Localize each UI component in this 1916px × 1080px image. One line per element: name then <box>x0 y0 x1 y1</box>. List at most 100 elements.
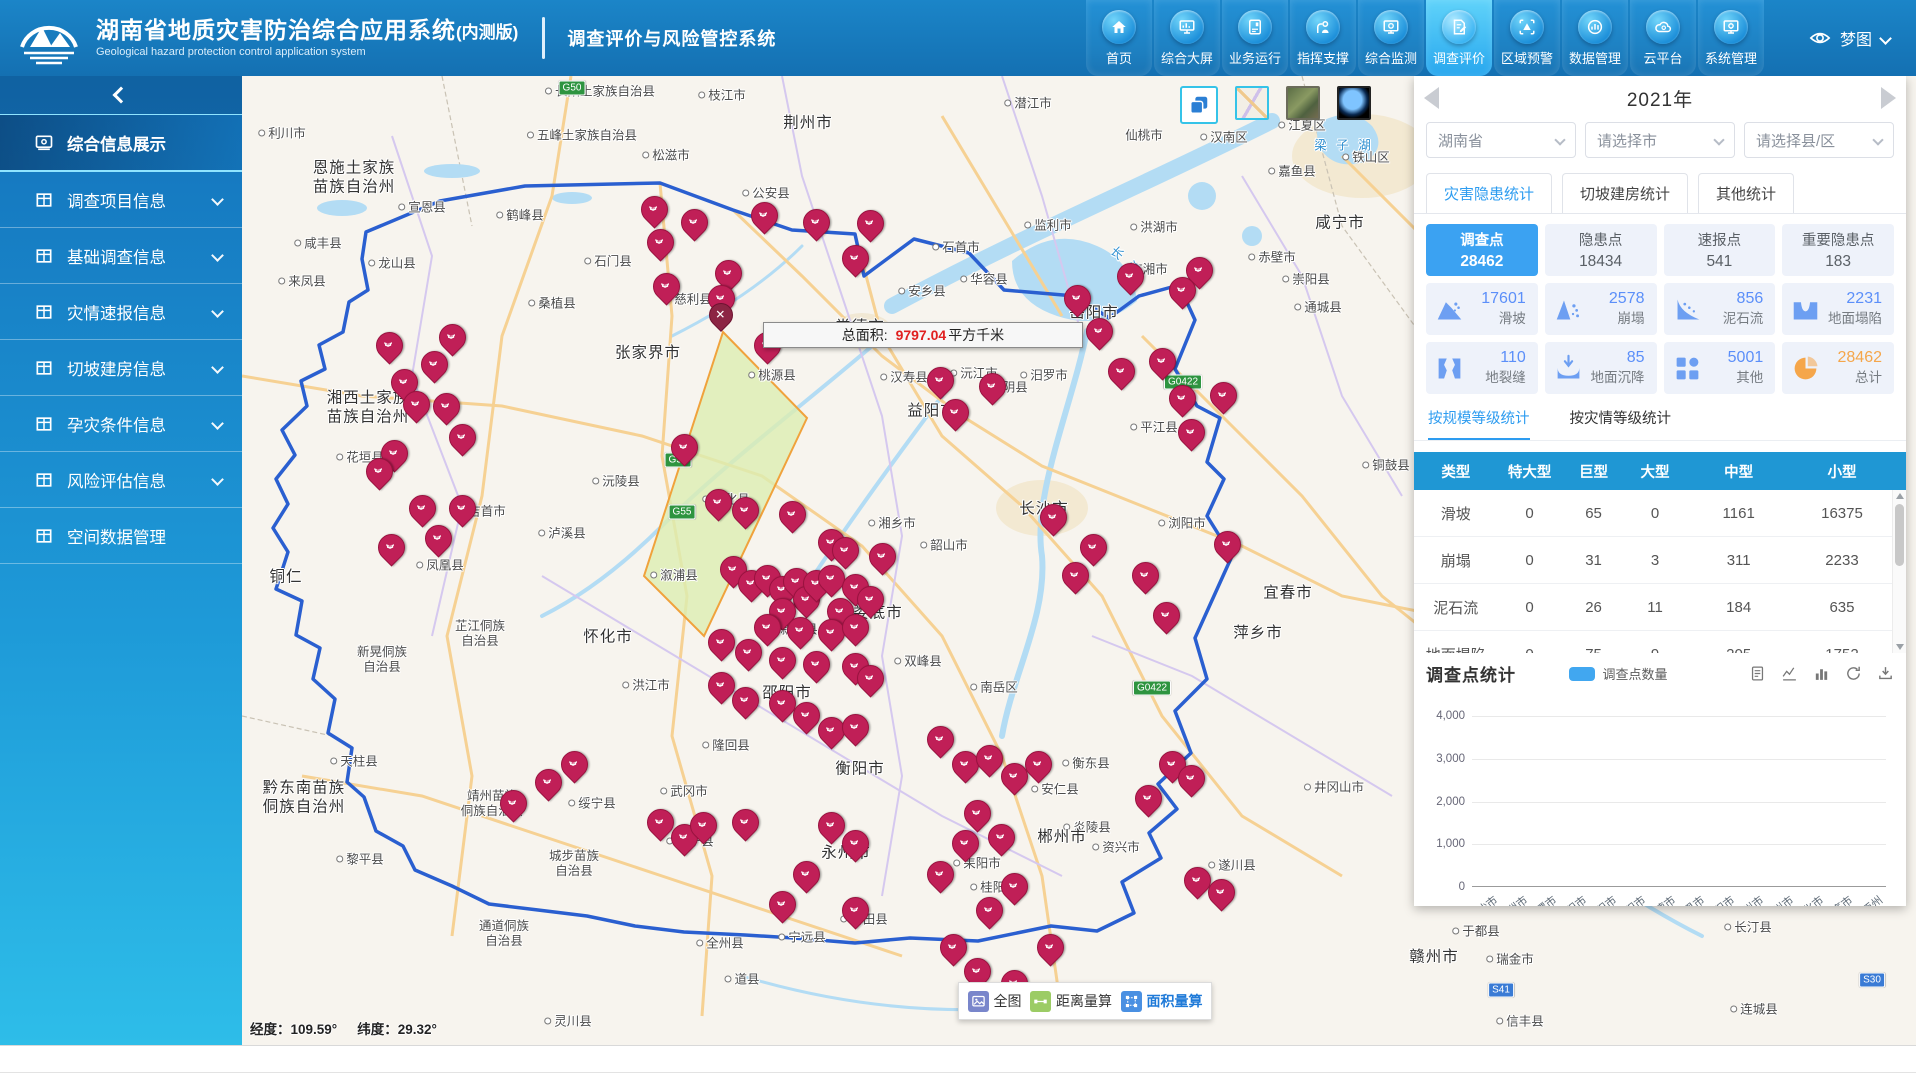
nav-item-business[interactable]: 业务运行 <box>1222 0 1288 76</box>
sidebar-collapse-button[interactable] <box>0 76 242 114</box>
bar-chart-icon[interactable] <box>1813 665 1830 682</box>
area-measure-button[interactable]: 面积量算 <box>1121 991 1203 1012</box>
place-dot-icon <box>1020 372 1027 379</box>
line-chart-icon[interactable] <box>1781 665 1798 682</box>
landslide-marker-icon <box>1112 363 1129 380</box>
tab-hazard-stats[interactable]: 灾害隐患统计 <box>1426 173 1552 213</box>
nav-item-cloud[interactable]: 云平台 <box>1630 0 1696 76</box>
landslide-marker-icon <box>1173 390 1190 407</box>
landslide-marker-icon <box>1044 509 1061 526</box>
tab-slope-housing-stats[interactable]: 切坡建房统计 <box>1562 173 1688 213</box>
card-hidden-danger-points[interactable]: 隐患点18434 <box>1545 224 1657 276</box>
scroll-down-icon[interactable] <box>1896 644 1904 650</box>
nav-item-data[interactable]: 数据管理 <box>1562 0 1628 76</box>
subsidence-pit-icon <box>1791 295 1820 324</box>
chevron-down-icon <box>211 193 224 206</box>
card-other[interactable]: 5001其他 <box>1664 342 1776 394</box>
card-ground-settlement[interactable]: 85地面沉降 <box>1545 342 1657 394</box>
county-select[interactable]: 请选择县/区 <box>1744 122 1894 158</box>
download-icon[interactable] <box>1877 665 1894 682</box>
subtab-by-severity[interactable]: 按灾情等级统计 <box>1570 407 1672 440</box>
sidebar-item-disaster-report[interactable]: 灾情速报信息 <box>0 284 242 340</box>
survey-icon <box>1442 10 1476 44</box>
card-collapse[interactable]: 2578崩塌 <box>1545 283 1657 335</box>
scroll-up-icon[interactable] <box>1896 493 1904 499</box>
landslide-marker-icon <box>370 463 387 480</box>
sidebar-item-basic-survey[interactable]: 基础调查信息 <box>0 228 242 284</box>
table-scrollbar[interactable] <box>1892 490 1906 653</box>
map-place-label: 黎平县 <box>336 853 384 868</box>
place-dot-icon <box>1496 1018 1503 1025</box>
landslide-marker-icon <box>968 963 985 980</box>
card-total[interactable]: 28462总计 <box>1782 342 1894 394</box>
card-survey-points[interactable]: 调查点28462 <box>1426 224 1538 276</box>
user-menu[interactable]: 梦图 <box>1765 0 1916 76</box>
card-landslide[interactable]: 17601滑坡 <box>1426 283 1538 335</box>
full-extent-button[interactable]: 全图 <box>968 991 1022 1012</box>
sidebar-item-project-info[interactable]: 调查项目信息 <box>0 172 242 228</box>
refresh-icon[interactable] <box>1845 665 1862 682</box>
landslide-marker-icon <box>797 707 814 724</box>
card-debris-flow[interactable]: 856泥石流 <box>1664 283 1776 335</box>
nav-item-system[interactable]: 系统管理 <box>1698 0 1764 76</box>
basemap-globe-thumbnail[interactable] <box>1337 86 1371 120</box>
monitor-icon <box>1374 10 1408 44</box>
landslide-marker-icon <box>956 835 973 852</box>
map-place-label: 潜江市 <box>1004 97 1052 112</box>
nav-item-survey[interactable]: 调查评价 <box>1426 0 1492 76</box>
map-place-label: 城步苗族自治县 <box>549 849 599 879</box>
landslide-marker-icon <box>931 372 948 389</box>
map-place-label: 平江县 <box>1130 421 1178 436</box>
sidebar-item-spatial-data[interactable]: 空间数据管理 <box>0 508 242 564</box>
map-place-label: 崇阳县 <box>1282 273 1330 288</box>
sidebar-item-risk-assessment[interactable]: 风险评估信息 <box>0 452 242 508</box>
cursor-coordinates: 经度：109.59° 纬度：29.32° <box>250 1018 437 1038</box>
chart-legend[interactable]: 调查点数量 <box>1569 664 1667 683</box>
ground-crack-icon <box>1435 354 1464 383</box>
sidebar-item-overview[interactable]: 综合信息展示 <box>0 114 242 172</box>
place-dot-icon <box>1486 956 1493 963</box>
map-place-label: 华容县 <box>960 273 1008 288</box>
chevron-down-icon <box>211 473 224 486</box>
subtab-by-scale[interactable]: 按规模等级统计 <box>1428 407 1530 440</box>
longitude-value: 经度：109.59° <box>250 1018 337 1038</box>
map-place-label: 龙山县 <box>368 257 416 272</box>
card-quick-report-points[interactable]: 速报点541 <box>1664 224 1776 276</box>
landslide-marker-icon <box>645 201 662 218</box>
province-select[interactable]: 湖南省 <box>1426 122 1576 158</box>
card-ground-subsidence-pit[interactable]: 2231地面塌陷 <box>1782 283 1894 335</box>
data-view-icon[interactable] <box>1749 665 1766 682</box>
landslide-marker-icon <box>846 619 863 636</box>
nav-item-command[interactable]: 指挥支撑 <box>1290 0 1356 76</box>
landslide-marker-icon <box>1121 268 1138 285</box>
card-ground-crack[interactable]: 110地裂缝 <box>1426 342 1538 394</box>
nav-item-monitor[interactable]: 综合监测 <box>1358 0 1424 76</box>
tab-other-stats[interactable]: 其他统计 <box>1698 173 1794 213</box>
layers-button[interactable] <box>1180 86 1218 124</box>
nav-item-home[interactable]: 首页 <box>1086 0 1152 76</box>
landslide-marker-icon <box>755 207 772 224</box>
scroll-thumb[interactable] <box>1895 504 1904 566</box>
basemap-vector-thumbnail[interactable] <box>1235 86 1269 120</box>
landslide-marker-icon <box>822 722 839 739</box>
landslide-marker-icon <box>712 634 729 651</box>
nav-item-warning[interactable]: 区域预警 <box>1494 0 1560 76</box>
table-icon <box>34 358 54 378</box>
prev-year-button[interactable] <box>1424 87 1439 109</box>
landslide-marker-icon <box>651 234 668 251</box>
place-dot-icon <box>660 788 667 795</box>
map-place-label: 赣州市 <box>1409 949 1459 968</box>
map-place-label: 宣恩县 <box>398 201 446 216</box>
map-place-label: 南岳区 <box>970 681 1018 696</box>
sidebar-item-slope-housing[interactable]: 切坡建房信息 <box>0 340 242 396</box>
place-dot-icon <box>336 454 343 461</box>
distance-measure-button[interactable]: 距离量算 <box>1030 991 1112 1012</box>
basemap-satellite-thumbnail[interactable] <box>1286 86 1320 120</box>
nav-item-bigscreen[interactable]: 综合大屏 <box>1154 0 1220 76</box>
card-major-danger-points[interactable]: 重要隐患点183 <box>1782 224 1894 276</box>
user-name: 梦图 <box>1840 26 1872 50</box>
city-select[interactable]: 请选择市 <box>1585 122 1735 158</box>
next-year-button[interactable] <box>1881 87 1896 109</box>
sidebar-item-hazard-condition[interactable]: 孕灾条件信息 <box>0 396 242 452</box>
place-dot-icon <box>294 240 301 247</box>
